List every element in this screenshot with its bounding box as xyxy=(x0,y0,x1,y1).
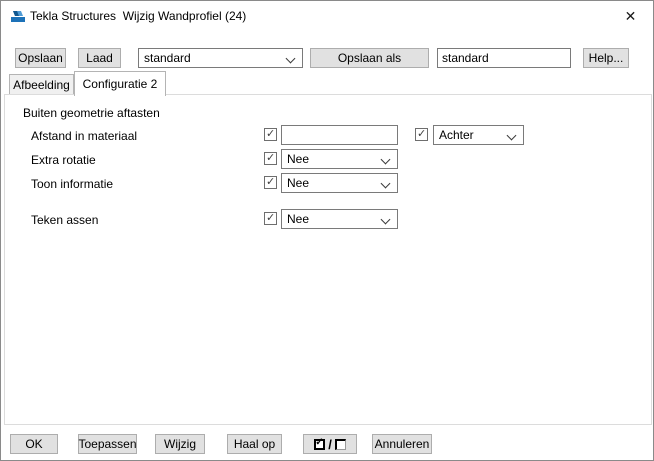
close-button[interactable]: ✕ xyxy=(608,1,653,31)
afstand-positie-dropdown-value: Achter xyxy=(439,128,474,142)
group-title: Buiten geometrie aftasten xyxy=(23,106,160,120)
afstand-positie-checkbox[interactable] xyxy=(415,127,428,141)
toggle-slash: / xyxy=(328,436,332,452)
extra-rotatie-checkbox[interactable] xyxy=(264,151,277,165)
afstand-in-materiaal-label: Afstand in materiaal xyxy=(31,129,138,143)
teken-assen-label: Teken assen xyxy=(31,213,99,227)
unchecked-checkbox-icon xyxy=(334,438,346,450)
settings-file-dropdown-value: standard xyxy=(144,51,191,65)
tab-afbeelding[interactable]: Afbeelding xyxy=(9,74,74,95)
extra-rotatie-dropdown[interactable]: Nee xyxy=(281,149,398,169)
cancel-button[interactable]: Annuleren xyxy=(372,434,432,454)
tab-configuratie-2[interactable]: Configuratie 2 xyxy=(74,71,166,96)
help-button[interactable]: Help... xyxy=(583,48,629,68)
toggle-all-checkboxes-button[interactable]: / xyxy=(303,434,357,454)
tab-configuratie-2-label: Configuratie 2 xyxy=(82,77,158,91)
save-button[interactable]: Opslaan xyxy=(15,48,66,68)
tekla-logo-icon xyxy=(10,9,26,25)
title-bar: Tekla Structures Wijzig Wandprofiel (24)… xyxy=(1,1,653,32)
toon-informatie-checkbox[interactable] xyxy=(264,175,277,189)
tab-afbeelding-label: Afbeelding xyxy=(13,78,70,92)
chevron-down-icon xyxy=(380,154,391,165)
extra-rotatie-label: Extra rotatie xyxy=(31,153,96,167)
extra-rotatie-dropdown-value: Nee xyxy=(287,152,310,166)
toon-informatie-dropdown[interactable]: Nee xyxy=(281,173,398,193)
save-as-button[interactable]: Opslaan als xyxy=(310,48,429,68)
ok-button[interactable]: OK xyxy=(10,434,58,454)
afstand-positie-dropdown[interactable]: Achter xyxy=(433,125,524,145)
dialog-window: Tekla Structures Wijzig Wandprofiel (24)… xyxy=(0,0,654,461)
load-button[interactable]: Laad xyxy=(78,48,121,68)
teken-assen-dropdown[interactable]: Nee xyxy=(281,209,398,229)
chevron-down-icon xyxy=(380,178,391,189)
toon-informatie-label: Toon informatie xyxy=(31,177,114,191)
teken-assen-dropdown-value: Nee xyxy=(287,212,310,226)
settings-file-dropdown[interactable]: standard xyxy=(138,48,303,68)
window-title: Tekla Structures Wijzig Wandprofiel (24) xyxy=(30,9,247,23)
modify-button[interactable]: Wijzig xyxy=(155,434,205,454)
toon-informatie-dropdown-value: Nee xyxy=(287,176,310,190)
apply-button[interactable]: Toepassen xyxy=(78,434,137,454)
afstand-in-materiaal-checkbox[interactable] xyxy=(264,127,277,141)
chevron-down-icon xyxy=(380,214,391,225)
chevron-down-icon xyxy=(506,130,517,141)
get-button[interactable]: Haal op xyxy=(227,434,282,454)
close-icon: ✕ xyxy=(624,8,637,24)
chevron-down-icon xyxy=(285,53,296,64)
checked-checkbox-icon xyxy=(314,437,326,450)
save-as-input[interactable] xyxy=(437,48,571,68)
teken-assen-checkbox[interactable] xyxy=(264,211,277,225)
afstand-in-materiaal-input[interactable] xyxy=(281,125,398,145)
